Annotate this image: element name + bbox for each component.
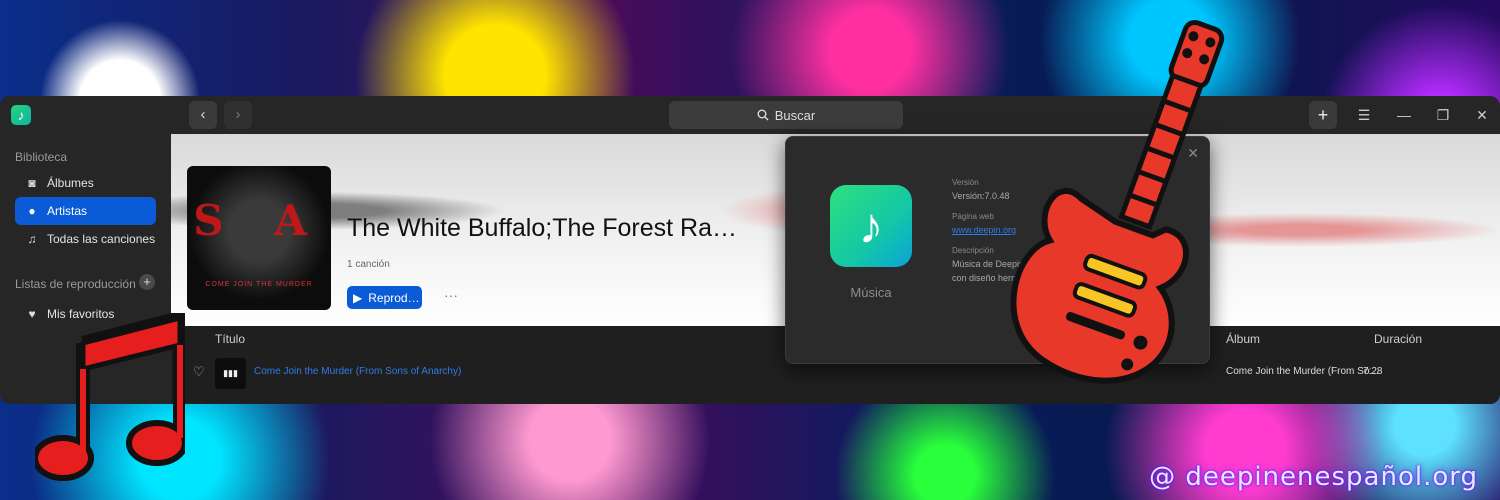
track-thumbnail: ▮▮▮ bbox=[215, 358, 246, 389]
track-album: Come Join the Murder (From So… bbox=[1226, 366, 1380, 377]
play-all-button[interactable]: ▶ Reprod… bbox=[347, 286, 422, 309]
column-duration[interactable]: Duración bbox=[1374, 332, 1422, 346]
search-placeholder: Buscar bbox=[774, 107, 816, 123]
person-icon: ● bbox=[28, 204, 36, 218]
track-title[interactable]: Come Join the Murder (From Sons of Anarc… bbox=[254, 366, 461, 377]
more-options-button[interactable]: ··· bbox=[441, 286, 461, 309]
music-notes-illustration bbox=[35, 313, 185, 481]
cover-subtext: COME JOIN THE MURDER bbox=[205, 281, 313, 288]
album-cover: S A COME JOIN THE MURDER bbox=[187, 166, 331, 310]
add-button[interactable]: + bbox=[1309, 101, 1337, 129]
artist-title: The White Buffalo;The Forest Ra… bbox=[347, 214, 737, 242]
watermark: @ deepinenespañol.org bbox=[1149, 462, 1478, 492]
playlists-heading: Listas de reproducción bbox=[15, 277, 136, 291]
play-icon: ▶ bbox=[353, 290, 363, 305]
minimize-button[interactable]: — bbox=[1390, 101, 1418, 129]
website-link[interactable]: www.deepin.org bbox=[952, 225, 1016, 235]
search-input[interactable]: Buscar bbox=[669, 101, 903, 129]
song-count: 1 canción bbox=[347, 259, 390, 270]
description-label: Descripción bbox=[952, 246, 994, 255]
sidebar-item-label: Todas las canciones bbox=[47, 232, 156, 246]
library-heading: Biblioteca bbox=[15, 150, 68, 164]
album-icon: ◙ bbox=[28, 176, 36, 190]
add-playlist-button[interactable]: + bbox=[139, 274, 155, 290]
menu-button[interactable]: ☰ bbox=[1350, 101, 1378, 129]
note-icon: ♫ bbox=[27, 232, 37, 246]
web-label: Página web bbox=[952, 212, 994, 221]
track-duration: 7:28 bbox=[1363, 366, 1383, 377]
play-label: Reprod… bbox=[368, 290, 420, 305]
cover-text: S A bbox=[193, 196, 325, 245]
back-button[interactable]: ‹ bbox=[189, 101, 217, 129]
version-label: Versión bbox=[952, 178, 979, 187]
close-button[interactable]: ✕ bbox=[1468, 101, 1496, 129]
version-value: Versión:7.0.48 bbox=[952, 191, 1010, 201]
about-app-name: Música bbox=[850, 285, 892, 300]
guitar-illustration bbox=[1010, 19, 1225, 384]
sidebar-item-albums[interactable]: ◙ Álbumes bbox=[15, 169, 156, 197]
forward-button[interactable]: › bbox=[224, 101, 252, 129]
column-title[interactable]: Título bbox=[215, 332, 245, 346]
favorite-heart-icon[interactable]: ♡ bbox=[193, 364, 205, 380]
music-app-window: ♪ ‹ › Buscar + ☰ — ❐ ✕ Biblioteca ◙ Álbu… bbox=[0, 96, 1500, 404]
music-app-icon: ♪ bbox=[830, 185, 912, 267]
restore-button[interactable]: ❐ bbox=[1429, 101, 1457, 129]
search-icon bbox=[757, 109, 769, 121]
sidebar-item-label: Artistas bbox=[47, 204, 88, 218]
sidebar-item-label: Álbumes bbox=[47, 176, 94, 190]
sidebar-item-artists[interactable]: ● Artistas bbox=[15, 197, 156, 225]
titlebar: ♪ ‹ › Buscar + ☰ — ❐ ✕ bbox=[0, 96, 1500, 134]
app-logo-icon: ♪ bbox=[11, 105, 31, 125]
sidebar-item-all-songs[interactable]: ♫ Todas las canciones bbox=[15, 225, 156, 253]
